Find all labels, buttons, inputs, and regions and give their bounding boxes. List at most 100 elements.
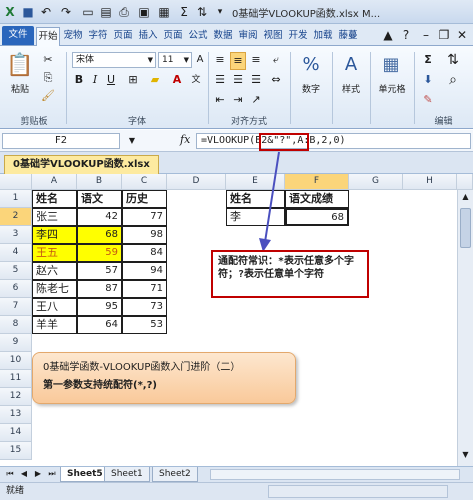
tab-file[interactable]: 文件 [2,26,34,45]
table-cell[interactable]: 53 [122,316,167,334]
new-file-icon[interactable]: ▭ [80,4,96,20]
paste-icon[interactable]: 📋 [6,52,34,82]
number-format-icon[interactable]: % [298,52,324,78]
merge-icon[interactable]: ⇔ [268,72,284,88]
table-cell[interactable]: 59 [77,244,122,262]
scroll-thumb[interactable] [460,208,471,248]
customize-icon[interactable]: ▾ [212,4,228,20]
row-header[interactable]: 8 [0,316,32,334]
tab-developer[interactable]: 开发 [286,27,310,46]
table-icon[interactable]: ▦ [156,4,172,20]
redo-icon[interactable]: ↷ [58,4,74,20]
format-painter-icon[interactable]: 🖌 [40,88,56,104]
row-header[interactable]: 2 [0,208,32,226]
underline-icon[interactable]: U [104,72,118,88]
column-header-h[interactable]: H [403,174,457,190]
fill-color-icon[interactable]: ▰ [146,72,164,88]
tab-formulas[interactable]: 公式 [186,27,210,46]
font-color-icon[interactable]: A [168,72,186,88]
sort-filter-icon[interactable]: ⇅ [440,52,466,68]
table-cell[interactable]: 84 [122,244,167,262]
cells-icon[interactable]: ▦ [378,52,404,78]
table-cell[interactable]: 98 [122,226,167,244]
table-header-cell[interactable]: 姓名 [32,190,77,208]
sheet-tab-sheet5[interactable]: Sheet5 [60,467,110,482]
minimize-ribbon-icon[interactable]: ▲ [380,27,396,43]
copy-icon[interactable]: ⎘ [40,70,56,86]
autosum-icon[interactable]: Σ [420,52,436,68]
styles-icon[interactable]: A [338,52,364,78]
tab-review[interactable]: 审阅 [236,27,260,46]
row-header[interactable]: 5 [0,262,32,280]
preview-icon[interactable]: ▣ [136,4,152,20]
table-cell[interactable]: 95 [77,298,122,316]
namebox-dropdown-icon[interactable]: ▼ [124,133,140,149]
align-center-icon[interactable]: ☰ [230,72,246,88]
align-left-icon[interactable]: ☰ [212,72,228,88]
tab-addins[interactable]: 加载 [311,27,335,46]
fx-icon[interactable]: fx [180,133,190,146]
align-top-icon[interactable]: ≡ [212,52,228,68]
paste-button[interactable]: 粘贴 [4,82,36,98]
border-icon[interactable]: ⊞ [124,72,142,88]
align-bottom-icon[interactable]: ≡ [248,52,264,68]
sheet-tab-sheet2[interactable]: Sheet2 [152,467,198,482]
fill-icon[interactable]: ⬇ [420,72,436,88]
tab-13[interactable]: 藤蔓 [336,27,360,46]
table-cell[interactable]: 87 [77,280,122,298]
table-cell[interactable]: 77 [122,208,167,226]
formula-input[interactable]: =VLOOKUP(E2&"?",A:B,2,0) [196,133,471,149]
tab-layout[interactable]: 页面 [161,27,185,46]
window-restore-icon[interactable]: ❐ [436,27,452,43]
column-header-b[interactable]: B [77,174,122,190]
window-close-icon[interactable]: ✕ [454,27,470,43]
row-header[interactable]: 10 [0,352,32,370]
table-cell[interactable]: 42 [77,208,122,226]
table-cell[interactable]: 陈老七 [32,280,77,298]
sheet-tab-sheet1[interactable]: Sheet1 [104,467,150,482]
scroll-up-icon[interactable]: ▲ [460,192,471,204]
last-sheet-icon[interactable]: ⏭ [44,467,60,481]
row-header[interactable]: 3 [0,226,32,244]
grow-font-icon[interactable]: A [194,52,206,68]
font-size-select[interactable]: 11 ▼ [158,52,192,68]
tab-3[interactable]: 字符 [86,27,110,46]
align-right-icon[interactable]: ☰ [248,72,264,88]
view-buttons[interactable] [268,485,448,498]
table-cell[interactable]: 64 [77,316,122,334]
table-header-cell[interactable]: 语文 [77,190,122,208]
table-cell[interactable]: 94 [122,262,167,280]
table-cell[interactable]: 张三 [32,208,77,226]
tab-insert[interactable]: 插入 [136,27,160,46]
column-header-g[interactable]: G [349,174,403,190]
save-icon[interactable]: ■ [20,4,36,20]
decrease-indent-icon[interactable]: ⇤ [212,92,228,108]
row-header[interactable]: 1 [0,190,32,208]
row-header[interactable]: 14 [0,424,32,442]
row-header[interactable]: 15 [0,442,32,460]
scroll-down-icon[interactable]: ▼ [460,450,471,462]
window-minimize-icon[interactable]: – [418,27,434,43]
vertical-scrollbar[interactable]: ▲ ▼ [457,190,473,466]
tab-view[interactable]: 视图 [261,27,285,46]
column-header-c[interactable]: C [122,174,167,190]
bold-icon[interactable]: B [72,72,86,88]
column-header-f[interactable]: F [285,174,349,190]
table-cell[interactable]: 赵六 [32,262,77,280]
tab-data[interactable]: 数据 [211,27,235,46]
table-cell[interactable]: 羊羊 [32,316,77,334]
sum-icon[interactable]: Σ [176,4,192,20]
clear-icon[interactable]: ✎ [420,92,436,108]
open-icon[interactable]: ▤ [98,4,114,20]
cut-icon[interactable]: ✂ [40,52,56,68]
styles-button[interactable]: 样式 [334,82,368,98]
column-header-d[interactable]: D [167,174,226,190]
table-cell[interactable]: 王五 [32,244,77,262]
italic-icon[interactable]: I [88,72,102,88]
increase-indent-icon[interactable]: ⇥ [230,92,246,108]
row-header[interactable]: 11 [0,370,32,388]
table-cell[interactable]: 68 [77,226,122,244]
tab-2[interactable]: 宠物 [61,27,85,46]
table-header-cell[interactable]: 历史 [122,190,167,208]
row-header[interactable]: 9 [0,334,32,352]
